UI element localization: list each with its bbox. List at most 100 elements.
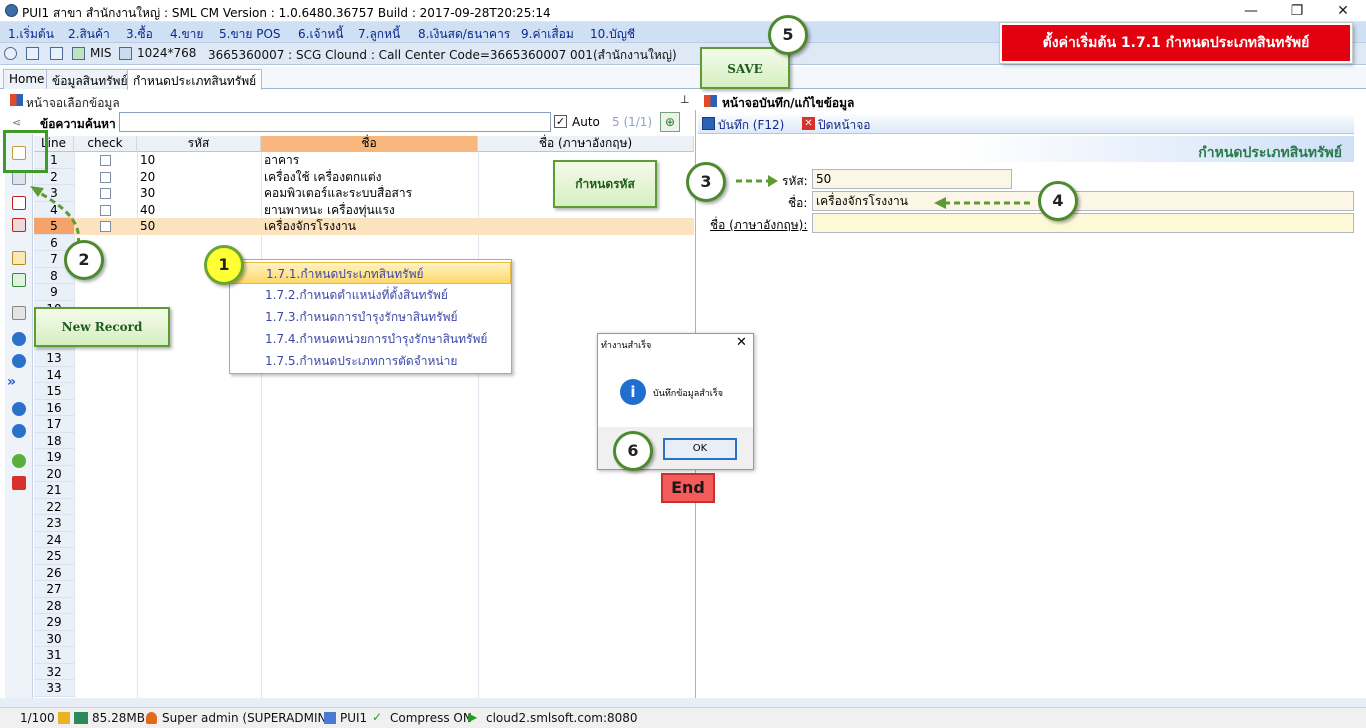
empty-row-line-number: 18 bbox=[34, 432, 74, 449]
empty-row-line-number: 28 bbox=[34, 597, 74, 614]
row-name: ยานพาหนะ เครื่องทุ่นแรง bbox=[264, 202, 395, 217]
print-icon[interactable] bbox=[12, 306, 26, 320]
panel-icon[interactable] bbox=[26, 47, 39, 60]
row-checkbox[interactable] bbox=[100, 188, 111, 199]
dropdown-icon[interactable] bbox=[4, 47, 17, 60]
table-row[interactable]: 5 50 เครื่องจักรโรงงาน bbox=[34, 218, 694, 235]
end-button[interactable]: End bbox=[661, 473, 715, 503]
row-checkbox[interactable] bbox=[100, 155, 111, 166]
name-field[interactable]: เครื่องจักรโรงงาน bbox=[812, 191, 1354, 211]
save-button[interactable]: บันทึก (F12) bbox=[718, 116, 784, 135]
row-name: เครื่องใช้ เครื่องตกแต่ง bbox=[264, 169, 382, 184]
row-line-number: 3 bbox=[34, 185, 74, 202]
lock-icon[interactable] bbox=[12, 251, 26, 265]
row-code: 30 bbox=[140, 186, 156, 200]
selection-panel-header: หน้าจอเลือกข้อมูล ⊥ bbox=[0, 90, 696, 110]
checklist-icon[interactable] bbox=[12, 196, 26, 210]
column-header-code[interactable]: รหัส bbox=[137, 136, 261, 152]
close-screen-button[interactable]: ปิดหน้าจอ bbox=[818, 116, 871, 135]
menu-debtor[interactable]: 7.ลูกหนี้ bbox=[358, 25, 400, 44]
previous-icon[interactable] bbox=[12, 332, 26, 346]
ok-button[interactable]: OK bbox=[663, 438, 737, 460]
menu-creditor[interactable]: 6.เจ้าหนี้ bbox=[298, 25, 343, 44]
close-icon: ✕ bbox=[802, 117, 815, 130]
row-code: 40 bbox=[140, 202, 156, 217]
search-input[interactable] bbox=[119, 112, 551, 132]
tab-asset-data[interactable]: ข้อมูลสินทรัพย์ bbox=[46, 69, 134, 89]
dialog-close-icon[interactable]: ✕ bbox=[736, 335, 747, 350]
fast-forward-icon[interactable]: » bbox=[7, 374, 16, 390]
close-window-button[interactable]: ✕ bbox=[1320, 0, 1366, 22]
tab-home[interactable]: Home bbox=[3, 69, 51, 89]
window-icon bbox=[10, 94, 23, 106]
panel-bottom-border bbox=[0, 698, 1366, 707]
menu-cash-bank[interactable]: 8.เงินสด/ธนาคาร bbox=[418, 25, 510, 44]
menu-sale[interactable]: 4.ขาย bbox=[170, 25, 203, 44]
pin-icon[interactable]: ⊥ bbox=[680, 93, 690, 106]
play-icon: ▶ bbox=[468, 710, 478, 724]
set-code-callout: กำหนดรหัส bbox=[553, 160, 657, 208]
up-icon[interactable] bbox=[12, 402, 26, 416]
menu-item-maintenance-unit[interactable]: 1.7.4.กำหนดหน่วยการบำรุงรักษาสินทรัพย์ bbox=[231, 328, 511, 350]
screen-icon[interactable] bbox=[119, 47, 132, 60]
minimize-button[interactable]: — bbox=[1228, 0, 1274, 22]
column-header-check[interactable]: check bbox=[74, 136, 137, 152]
code-field[interactable]: 50 bbox=[812, 169, 1012, 189]
down-icon[interactable] bbox=[12, 424, 26, 438]
action-sidebar: » bbox=[5, 134, 33, 698]
help-icon[interactable] bbox=[12, 454, 26, 468]
import-icon[interactable] bbox=[12, 273, 26, 287]
row-checkbox[interactable] bbox=[100, 221, 111, 232]
dialog-message: บันทึกข้อมูลสำเร็จ bbox=[653, 389, 723, 399]
empty-row-line-number: 33 bbox=[34, 680, 74, 697]
name-label: ชื่อ: bbox=[788, 196, 808, 210]
empty-row-line-number: 31 bbox=[34, 647, 74, 664]
branch-icon bbox=[324, 712, 336, 724]
column-header-name-en[interactable]: ชื่อ (ภาษาอังกฤษ) bbox=[478, 136, 694, 152]
next-icon[interactable] bbox=[12, 354, 26, 368]
delete-document-icon[interactable] bbox=[12, 218, 26, 232]
title-bar: PUI1 สาขา สำนักงานใหญ่ : SML CM Version … bbox=[0, 0, 1366, 22]
step-1-marker: 1 bbox=[204, 245, 244, 285]
empty-row-line-number: 26 bbox=[34, 564, 74, 581]
close-icon[interactable] bbox=[12, 476, 26, 490]
compress-status: Compress ON bbox=[390, 711, 472, 725]
row-checkbox[interactable] bbox=[100, 204, 111, 216]
chart-icon[interactable] bbox=[72, 47, 85, 60]
copy-icon[interactable] bbox=[12, 171, 26, 185]
auto-label: Auto bbox=[572, 115, 600, 129]
memory-usage: 85.28MB bbox=[92, 711, 145, 725]
menu-account[interactable]: 10.บัญชี bbox=[590, 25, 635, 44]
name-en-field[interactable] bbox=[812, 213, 1354, 233]
empty-row-line-number: 27 bbox=[34, 581, 74, 598]
new-record-callout: New Record bbox=[34, 307, 170, 347]
column-header-name[interactable]: ชื่อ bbox=[261, 136, 478, 152]
calculator-icon[interactable] bbox=[50, 47, 63, 60]
empty-row-line-number: 22 bbox=[34, 498, 74, 515]
menu-item-maintenance[interactable]: 1.7.3.กำหนดการบำรุงรักษาสินทรัพย์ bbox=[231, 306, 511, 328]
name-en-label: ชื่อ (ภาษาอังกฤษ): bbox=[710, 218, 808, 232]
record-position: 1/100 bbox=[20, 711, 55, 725]
tab-asset-type[interactable]: กำหนดประเภทสินทรัพย์ bbox=[127, 69, 263, 90]
mis-label[interactable]: MIS bbox=[90, 46, 112, 60]
auto-checkbox[interactable]: ✓ bbox=[554, 115, 567, 128]
row-checkbox[interactable] bbox=[100, 171, 111, 183]
menu-purchase[interactable]: 3.ซื้อ bbox=[126, 25, 153, 44]
menu-item-disposal-type[interactable]: 1.7.5.กำหนดประเภทการตัดจำหน่าย bbox=[231, 350, 511, 372]
code-label: รหัส: bbox=[782, 174, 808, 188]
menu-item-asset-location[interactable]: 1.7.2.กำหนดตำแหน่งที่ตั้งสินทรัพย์ bbox=[231, 284, 511, 306]
empty-row-line-number: 20 bbox=[34, 465, 74, 482]
menu-item-asset-type[interactable]: 1.7.1.กำหนดประเภทสินทรัพย์ bbox=[231, 262, 511, 284]
restore-button[interactable]: ❐ bbox=[1274, 0, 1320, 22]
resolution-label: 1024*768 bbox=[137, 46, 197, 60]
save-icon bbox=[702, 117, 715, 130]
empty-row-line-number: 23 bbox=[34, 515, 74, 532]
tree-icon: ⋖ bbox=[12, 116, 22, 129]
window-icon bbox=[704, 95, 717, 107]
menu-start[interactable]: 1.เริ่มต้น bbox=[8, 25, 54, 44]
search-icon[interactable]: ⊕ bbox=[660, 112, 680, 132]
menu-pos[interactable]: 5.ขาย POS bbox=[219, 25, 281, 44]
search-label: ข้อความค้นหา bbox=[40, 117, 116, 131]
menu-product[interactable]: 2.สินค้า bbox=[68, 25, 110, 44]
menu-depreciation[interactable]: 9.ค่าเสื่อม bbox=[521, 25, 574, 44]
